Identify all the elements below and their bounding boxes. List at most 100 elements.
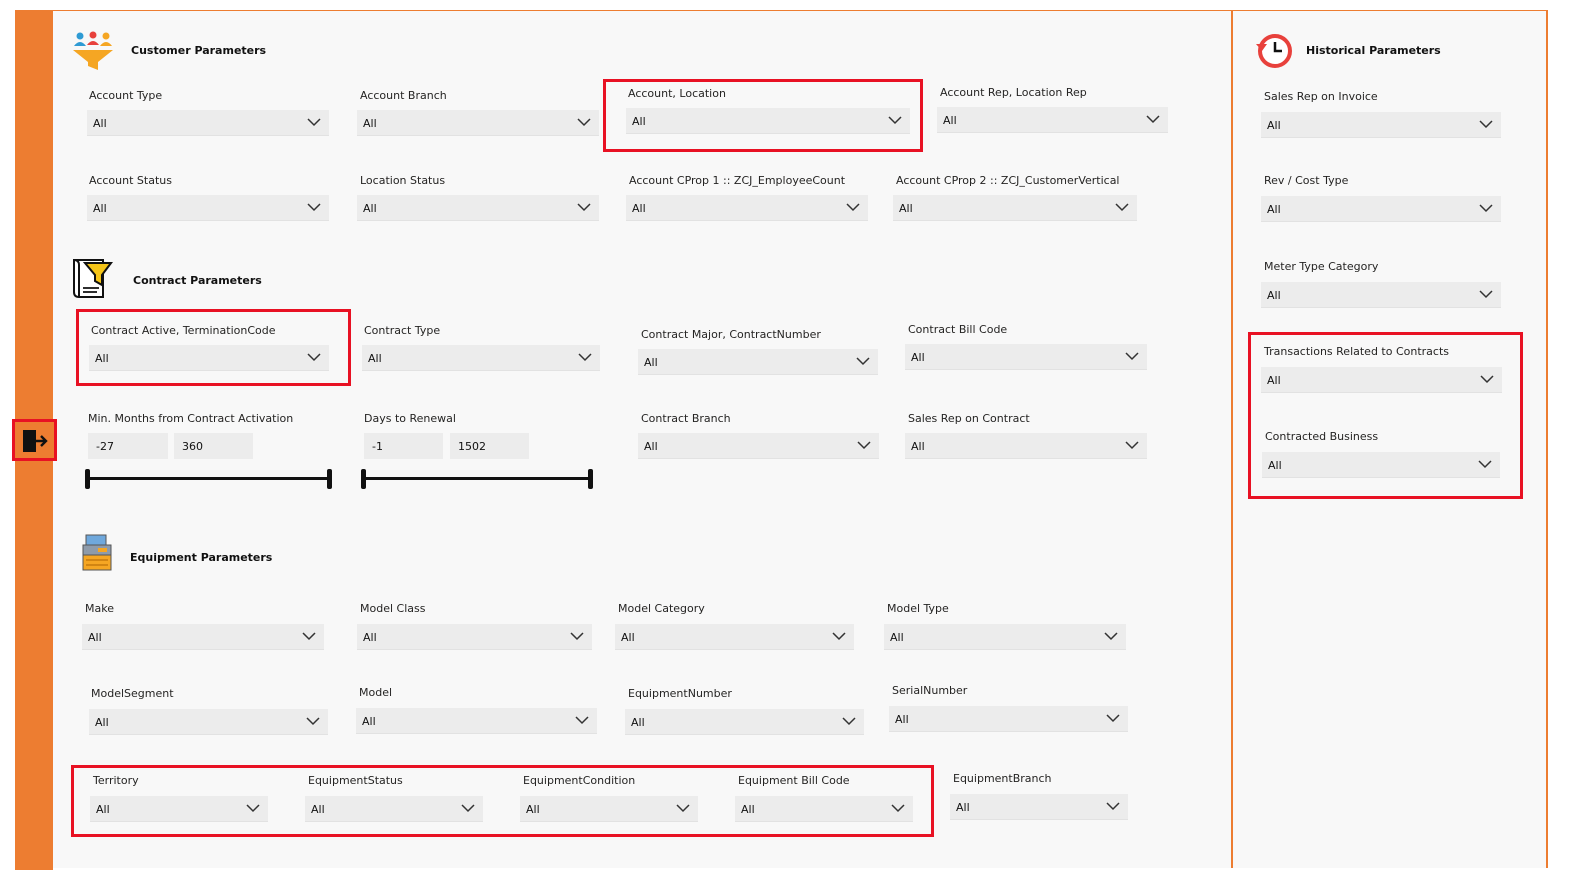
model-segment-dropdown[interactable]: All bbox=[89, 709, 328, 735]
dropdown-value: All bbox=[363, 202, 377, 215]
account-type-dropdown[interactable]: All bbox=[87, 110, 329, 136]
territory-label: Territory bbox=[93, 774, 139, 787]
contract-branch-dropdown[interactable]: All bbox=[638, 433, 879, 459]
cprop1-label: Account CProp 1 :: ZCJ_EmployeeCount bbox=[629, 174, 846, 187]
dropdown-value: All bbox=[632, 202, 646, 215]
chevron-down-icon bbox=[676, 804, 690, 813]
chevron-down-icon bbox=[832, 632, 846, 641]
dropdown-value: All bbox=[311, 803, 325, 816]
sales-rep-invoice-dropdown[interactable]: All bbox=[1261, 112, 1501, 138]
customer-section-title: Customer Parameters bbox=[131, 44, 267, 57]
model-type-dropdown[interactable]: All bbox=[884, 624, 1126, 650]
chevron-down-icon bbox=[891, 804, 905, 813]
equipment-status-label: EquipmentStatus bbox=[308, 774, 403, 787]
equipment-branch-label: EquipmentBranch bbox=[953, 772, 1052, 785]
dropdown-value: All bbox=[943, 114, 957, 127]
scroll-filter-icon bbox=[73, 259, 113, 298]
dropdown-value: All bbox=[899, 202, 913, 215]
account-branch-dropdown[interactable]: All bbox=[357, 110, 599, 136]
transactions-dropdown[interactable]: All bbox=[1261, 367, 1502, 393]
dropdown-value: All bbox=[363, 117, 377, 130]
sales-rep-contract-dropdown[interactable]: All bbox=[905, 433, 1147, 459]
cprop1-dropdown[interactable]: All bbox=[626, 195, 868, 221]
chevron-down-icon bbox=[246, 804, 260, 813]
historical-section-title: Historical Parameters bbox=[1306, 44, 1441, 57]
meter-type-label: Meter Type Category bbox=[1264, 260, 1379, 273]
contracted-business-dropdown[interactable]: All bbox=[1262, 452, 1500, 478]
serial-number-dropdown[interactable]: All bbox=[889, 706, 1128, 732]
make-label: Make bbox=[85, 602, 114, 615]
contract-bill-code-dropdown[interactable]: All bbox=[905, 344, 1147, 370]
days-renewal-max-input[interactable]: 1502 bbox=[450, 433, 529, 459]
model-class-label: Model Class bbox=[360, 602, 426, 615]
days-renewal-slider-min-handle[interactable] bbox=[361, 469, 366, 489]
dropdown-value: All bbox=[93, 117, 107, 130]
equipment-number-label: EquipmentNumber bbox=[628, 687, 732, 700]
account-location-label: Account, Location bbox=[628, 87, 726, 100]
chevron-down-icon bbox=[1146, 115, 1160, 124]
equipment-condition-dropdown[interactable]: All bbox=[520, 796, 698, 822]
chevron-down-icon bbox=[856, 357, 870, 366]
make-dropdown[interactable]: All bbox=[82, 624, 324, 650]
min-months-max-input[interactable]: 360 bbox=[174, 433, 253, 459]
chevron-down-icon bbox=[575, 716, 589, 725]
chevron-down-icon bbox=[570, 632, 584, 641]
serial-number-label: SerialNumber bbox=[892, 684, 968, 697]
dropdown-value: All bbox=[368, 352, 382, 365]
input-value: -27 bbox=[96, 440, 114, 453]
dropdown-value: All bbox=[93, 202, 107, 215]
contracted-business-label: Contracted Business bbox=[1265, 430, 1379, 443]
exit-arrow-icon bbox=[23, 430, 48, 452]
min-months-label: Min. Months from Contract Activation bbox=[88, 412, 294, 425]
account-location-dropdown[interactable]: All bbox=[626, 108, 910, 134]
rev-cost-type-dropdown[interactable]: All bbox=[1261, 196, 1501, 222]
account-status-dropdown[interactable]: All bbox=[87, 195, 329, 221]
dropdown-value: All bbox=[621, 631, 635, 644]
equipment-status-dropdown[interactable]: All bbox=[305, 796, 483, 822]
chevron-down-icon bbox=[857, 441, 871, 450]
exit-button[interactable] bbox=[12, 419, 57, 461]
dropdown-value: All bbox=[1268, 459, 1282, 472]
days-renewal-label: Days to Renewal bbox=[364, 412, 456, 425]
contract-type-dropdown[interactable]: All bbox=[362, 345, 600, 371]
model-dropdown[interactable]: All bbox=[356, 708, 597, 734]
equipment-number-dropdown[interactable]: All bbox=[625, 709, 864, 735]
min-months-min-input[interactable]: -27 bbox=[88, 433, 168, 459]
dropdown-value: All bbox=[644, 356, 658, 369]
dropdown-value: All bbox=[890, 631, 904, 644]
min-months-slider-max-handle[interactable] bbox=[327, 469, 332, 489]
dropdown-value: All bbox=[631, 716, 645, 729]
contract-type-label: Contract Type bbox=[364, 324, 441, 337]
history-clock-icon bbox=[1256, 34, 1292, 68]
days-renewal-min-input[interactable]: -1 bbox=[364, 433, 443, 459]
chevron-down-icon bbox=[1104, 632, 1118, 641]
meter-type-dropdown[interactable]: All bbox=[1261, 282, 1501, 308]
contract-major-label: Contract Major, ContractNumber bbox=[641, 328, 821, 341]
dropdown-value: All bbox=[741, 803, 755, 816]
equipment-branch-dropdown[interactable]: All bbox=[950, 794, 1128, 820]
chevron-down-icon bbox=[577, 118, 591, 127]
contract-branch-label: Contract Branch bbox=[641, 412, 731, 425]
model-category-label: Model Category bbox=[618, 602, 705, 615]
equipment-section-title: Equipment Parameters bbox=[130, 551, 273, 564]
equipment-bill-code-dropdown[interactable]: All bbox=[735, 796, 913, 822]
dropdown-value: All bbox=[95, 352, 109, 365]
territory-dropdown[interactable]: All bbox=[90, 796, 268, 822]
dropdown-value: All bbox=[1267, 374, 1281, 387]
dropdown-value: All bbox=[644, 440, 658, 453]
location-status-dropdown[interactable]: All bbox=[357, 195, 599, 221]
model-class-dropdown[interactable]: All bbox=[357, 624, 592, 650]
chevron-down-icon bbox=[1106, 714, 1120, 723]
model-category-dropdown[interactable]: All bbox=[615, 624, 854, 650]
contract-active-label: Contract Active, TerminationCode bbox=[91, 324, 276, 337]
account-rep-dropdown[interactable]: All bbox=[937, 107, 1168, 133]
dropdown-value: All bbox=[95, 716, 109, 729]
contract-major-dropdown[interactable]: All bbox=[638, 349, 878, 375]
days-renewal-slider-max-handle[interactable] bbox=[588, 469, 593, 489]
chevron-down-icon bbox=[1125, 352, 1139, 361]
chevron-down-icon bbox=[577, 203, 591, 212]
dropdown-value: All bbox=[911, 351, 925, 364]
min-months-slider-min-handle[interactable] bbox=[85, 469, 90, 489]
cprop2-dropdown[interactable]: All bbox=[893, 195, 1137, 221]
contract-active-dropdown[interactable]: All bbox=[89, 345, 329, 371]
